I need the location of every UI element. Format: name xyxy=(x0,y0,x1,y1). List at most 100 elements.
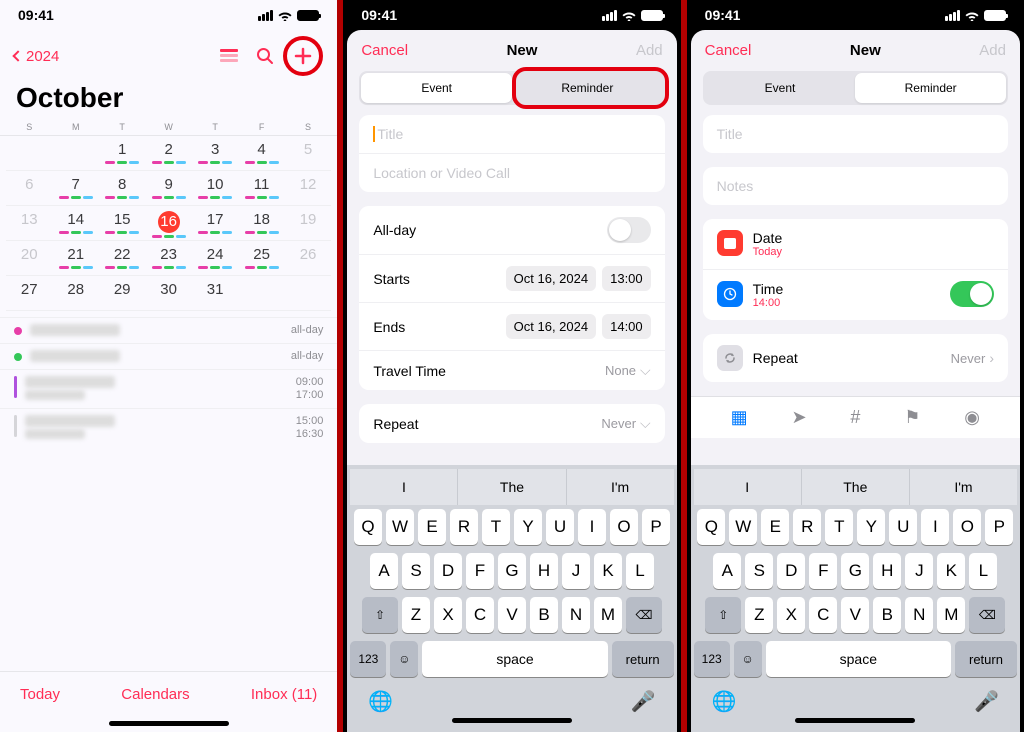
mic-icon[interactable]: 🎤 xyxy=(974,689,999,714)
segment-event[interactable]: Event xyxy=(361,73,512,103)
key-Z[interactable]: Z xyxy=(745,597,773,633)
day-cell[interactable]: 1 xyxy=(99,136,145,170)
delete-key[interactable]: ⌫ xyxy=(626,597,662,633)
day-cell[interactable]: 15 xyxy=(99,206,145,240)
day-cell[interactable]: 29 xyxy=(99,276,145,310)
space-key[interactable]: space xyxy=(766,641,951,677)
calendars-button[interactable]: Calendars xyxy=(121,686,189,703)
key-A[interactable]: A xyxy=(370,553,398,589)
return-key[interactable]: return xyxy=(955,641,1017,677)
key-N[interactable]: N xyxy=(562,597,590,633)
day-cell[interactable]: 2 xyxy=(145,136,191,170)
day-cell[interactable]: 24 xyxy=(192,241,238,275)
key-F[interactable]: F xyxy=(466,553,494,589)
event-row[interactable]: 15:0016:30 xyxy=(0,408,337,447)
key-G[interactable]: G xyxy=(841,553,869,589)
location-field[interactable]: Location or Video Call xyxy=(359,154,664,192)
key-R[interactable]: R xyxy=(450,509,478,545)
day-cell[interactable]: 21 xyxy=(52,241,98,275)
emoji-key[interactable]: ☺ xyxy=(390,641,418,677)
key-O[interactable]: O xyxy=(610,509,638,545)
day-cell[interactable]: 9 xyxy=(145,171,191,205)
key-C[interactable]: C xyxy=(809,597,837,633)
day-cell[interactable]: 3 xyxy=(192,136,238,170)
key-R[interactable]: R xyxy=(793,509,821,545)
key-P[interactable]: P xyxy=(642,509,670,545)
day-cell[interactable]: 17 xyxy=(192,206,238,240)
cancel-button[interactable]: Cancel xyxy=(361,42,408,59)
key-E[interactable]: E xyxy=(761,509,789,545)
day-cell[interactable] xyxy=(238,276,284,310)
time-row[interactable]: Time14:00 xyxy=(703,270,1008,320)
event-row[interactable]: 09:0017:00 xyxy=(0,369,337,408)
title-field[interactable]: Title xyxy=(703,115,1008,153)
home-indicator[interactable] xyxy=(795,718,915,723)
key-H[interactable]: H xyxy=(873,553,901,589)
key-C[interactable]: C xyxy=(466,597,494,633)
key-D[interactable]: D xyxy=(434,553,462,589)
key-Q[interactable]: Q xyxy=(697,509,725,545)
list-view-icon[interactable] xyxy=(215,42,243,70)
event-row[interactable]: all-day xyxy=(0,343,337,369)
day-cell[interactable]: 18 xyxy=(238,206,284,240)
day-cell[interactable]: 26 xyxy=(285,241,331,275)
day-cell[interactable]: 19 xyxy=(285,206,331,240)
mic-icon[interactable]: 🎤 xyxy=(631,689,656,714)
key-N[interactable]: N xyxy=(905,597,933,633)
search-icon[interactable] xyxy=(251,42,279,70)
numbers-key[interactable]: 123 xyxy=(694,641,730,677)
prediction[interactable]: The xyxy=(458,469,566,505)
prediction[interactable]: The xyxy=(802,469,910,505)
back-year-button[interactable]: 2024 xyxy=(14,48,59,65)
key-B[interactable]: B xyxy=(873,597,901,633)
key-W[interactable]: W xyxy=(729,509,757,545)
return-key[interactable]: return xyxy=(612,641,674,677)
day-cell[interactable]: 5 xyxy=(285,136,331,170)
key-D[interactable]: D xyxy=(777,553,805,589)
space-key[interactable]: space xyxy=(422,641,607,677)
key-Z[interactable]: Z xyxy=(402,597,430,633)
key-A[interactable]: A xyxy=(713,553,741,589)
segment-event[interactable]: Event xyxy=(705,73,856,103)
key-X[interactable]: X xyxy=(434,597,462,633)
key-Y[interactable]: Y xyxy=(857,509,885,545)
globe-icon[interactable]: 🌐 xyxy=(712,689,737,714)
key-K[interactable]: K xyxy=(594,553,622,589)
day-cell[interactable]: 13 xyxy=(6,206,52,240)
day-cell[interactable]: 28 xyxy=(52,276,98,310)
key-F[interactable]: F xyxy=(809,553,837,589)
add-confirm-button[interactable]: Add xyxy=(636,42,663,59)
day-cell[interactable] xyxy=(6,136,52,170)
key-U[interactable]: U xyxy=(546,509,574,545)
notes-field[interactable]: Notes xyxy=(703,167,1008,205)
key-L[interactable]: L xyxy=(969,553,997,589)
day-cell[interactable]: 12 xyxy=(285,171,331,205)
day-cell[interactable]: 22 xyxy=(99,241,145,275)
home-indicator[interactable] xyxy=(109,721,229,726)
key-G[interactable]: G xyxy=(498,553,526,589)
delete-key[interactable]: ⌫ xyxy=(969,597,1005,633)
key-I[interactable]: I xyxy=(578,509,606,545)
shift-key[interactable]: ⇧ xyxy=(362,597,398,633)
today-button[interactable]: Today xyxy=(20,686,60,703)
cancel-button[interactable]: Cancel xyxy=(705,42,752,59)
repeat-row[interactable]: Repeat Never⌵ xyxy=(359,404,664,443)
day-cell[interactable]: 4 xyxy=(238,136,284,170)
travel-time-row[interactable]: Travel Time None⌵ xyxy=(359,351,664,390)
day-cell[interactable]: 30 xyxy=(145,276,191,310)
key-M[interactable]: M xyxy=(937,597,965,633)
day-cell[interactable]: 25 xyxy=(238,241,284,275)
key-H[interactable]: H xyxy=(530,553,558,589)
allday-row[interactable]: All-day xyxy=(359,206,664,255)
day-cell[interactable]: 16 xyxy=(145,206,191,240)
key-Q[interactable]: Q xyxy=(354,509,382,545)
key-O[interactable]: O xyxy=(953,509,981,545)
day-cell[interactable]: 31 xyxy=(192,276,238,310)
key-M[interactable]: M xyxy=(594,597,622,633)
starts-row[interactable]: Starts Oct 16, 2024 13:00 xyxy=(359,255,664,303)
globe-icon[interactable]: 🌐 xyxy=(368,689,393,714)
key-J[interactable]: J xyxy=(562,553,590,589)
key-S[interactable]: S xyxy=(402,553,430,589)
key-S[interactable]: S xyxy=(745,553,773,589)
day-cell[interactable]: 8 xyxy=(99,171,145,205)
